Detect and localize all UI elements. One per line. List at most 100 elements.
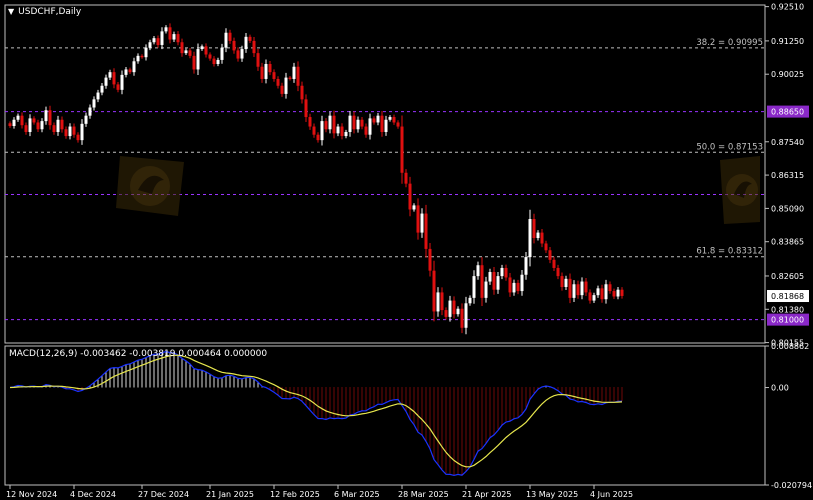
candle-body: [432, 270, 436, 312]
candle-body: [552, 259, 556, 268]
macd-main-line: [9, 350, 623, 477]
candle-body: [144, 47, 148, 58]
fibonacci-levels: 38.2 = 0.90995 50.0 = 0.87153 61.8 = 0.833…: [5, 38, 765, 258]
candle-body: [300, 85, 304, 100]
candle-body: [180, 42, 184, 54]
candle-body: [56, 119, 60, 132]
candle-body: [92, 99, 96, 108]
candle-body: [620, 289, 624, 296]
candle-body: [364, 126, 368, 135]
candle-body: [224, 32, 228, 48]
candle-body: [520, 274, 524, 292]
price-tick-label: 0.83865: [771, 238, 804, 247]
candle-body: [468, 297, 472, 304]
candle-body: [164, 27, 168, 32]
candle-body: [336, 126, 340, 134]
price-tick-label: 0.81000: [771, 316, 804, 325]
macd-lines: [9, 350, 623, 477]
candle-body: [576, 284, 580, 296]
candle-body: [216, 59, 220, 65]
watermark-logo-icon: [720, 156, 760, 224]
fib-label: 61.8 = 0.83312: [696, 247, 763, 257]
price-tick-label: 0.81868: [771, 292, 804, 301]
macd-values: -0.003462 -0.003819 0.000464 0.000000: [80, 349, 268, 359]
candle-body: [384, 119, 388, 132]
candle-body: [344, 131, 348, 137]
candle-body: [516, 282, 520, 292]
candle-body: [532, 219, 536, 239]
candle-body: [504, 267, 508, 278]
candle-body: [276, 78, 280, 86]
candle-body: [128, 69, 132, 73]
candle-body: [244, 36, 248, 50]
candle-body: [328, 115, 332, 130]
price-tick-label: 0.87540: [771, 138, 804, 147]
symbol-label: USDCHF,Daily: [18, 7, 82, 17]
price-tick-label: 0.86315: [771, 171, 804, 180]
candle-body: [100, 85, 104, 93]
candle-body: [84, 115, 88, 124]
candle-body: [60, 119, 64, 130]
macd-tick-label: 0.008862: [771, 342, 809, 351]
candle-body: [612, 291, 616, 297]
candle-body: [376, 115, 380, 123]
time-axis[interactable]: 12 Nov 2024 4 Dec 2024 27 Dec 2024 21 Jan 2…: [6, 485, 633, 499]
candle-body: [500, 267, 504, 277]
candle-body: [548, 250, 552, 260]
candle-body: [200, 46, 204, 50]
macd-panel-frame: [4, 345, 766, 486]
macd-signal-line: [9, 354, 623, 468]
candle-body: [316, 134, 320, 141]
candle-body: [112, 72, 116, 85]
dropdown-triangle-icon[interactable]: ▼: [8, 7, 14, 16]
candle-body: [436, 292, 440, 312]
candle-body: [580, 281, 584, 296]
candle-body: [232, 40, 236, 51]
time-tick-label: 4 Dec 2024: [70, 490, 116, 499]
price-axis[interactable]: 0.92510 0.91250 0.90025 0.88650 0.87540 0.863…: [765, 3, 809, 348]
trading-chart[interactable]: 38.2 = 0.90995 50.0 = 0.87153 61.8 = 0.833…: [0, 0, 813, 500]
candle-body: [132, 61, 136, 73]
candle-body: [512, 282, 516, 293]
candle-body: [228, 32, 232, 41]
candle-body: [416, 205, 420, 233]
candle-body: [36, 122, 40, 130]
macd-title: MACD(12,26,9) -0.003462 -0.003819 0.0004…: [9, 349, 267, 359]
candle-body: [320, 121, 324, 141]
candle-body: [496, 276, 500, 290]
candle-body: [388, 117, 392, 120]
macd-axis[interactable]: 0.008862 0.00 -0.020794: [765, 342, 812, 490]
chart-title: ▼ USDCHF,Daily: [8, 7, 81, 17]
time-tick-label: 12 Feb 2025: [270, 490, 320, 499]
candlestick-series[interactable]: [8, 23, 624, 335]
candle-body: [524, 257, 528, 275]
candle-body: [212, 58, 216, 65]
candle-body: [352, 115, 356, 130]
candle-body: [556, 267, 560, 277]
candle-body: [204, 46, 208, 55]
candle-body: [360, 119, 364, 127]
candle-body: [256, 53, 260, 67]
candle-body: [424, 213, 428, 249]
candle-body: [396, 122, 400, 127]
candle-body: [136, 55, 140, 62]
chart-frames: [4, 4, 766, 486]
candle-body: [68, 126, 72, 137]
time-tick-label: 21 Apr 2025: [462, 490, 511, 499]
candle-body: [8, 123, 12, 127]
time-tick-label: 12 Nov 2024: [6, 490, 57, 499]
time-tick-label: 6 Mar 2025: [334, 490, 380, 499]
candle-body: [208, 54, 212, 59]
candle-body: [196, 49, 200, 70]
candle-body: [560, 276, 564, 287]
candle-body: [28, 118, 32, 132]
candle-body: [484, 281, 488, 298]
price-tick-label: 0.81380: [771, 305, 804, 314]
candle-body: [240, 49, 244, 59]
candle-body: [608, 284, 612, 292]
candle-body: [296, 66, 300, 86]
candle-body: [124, 69, 128, 75]
candle-body: [188, 50, 192, 56]
candle-body: [540, 232, 544, 244]
candle-body: [160, 31, 164, 45]
